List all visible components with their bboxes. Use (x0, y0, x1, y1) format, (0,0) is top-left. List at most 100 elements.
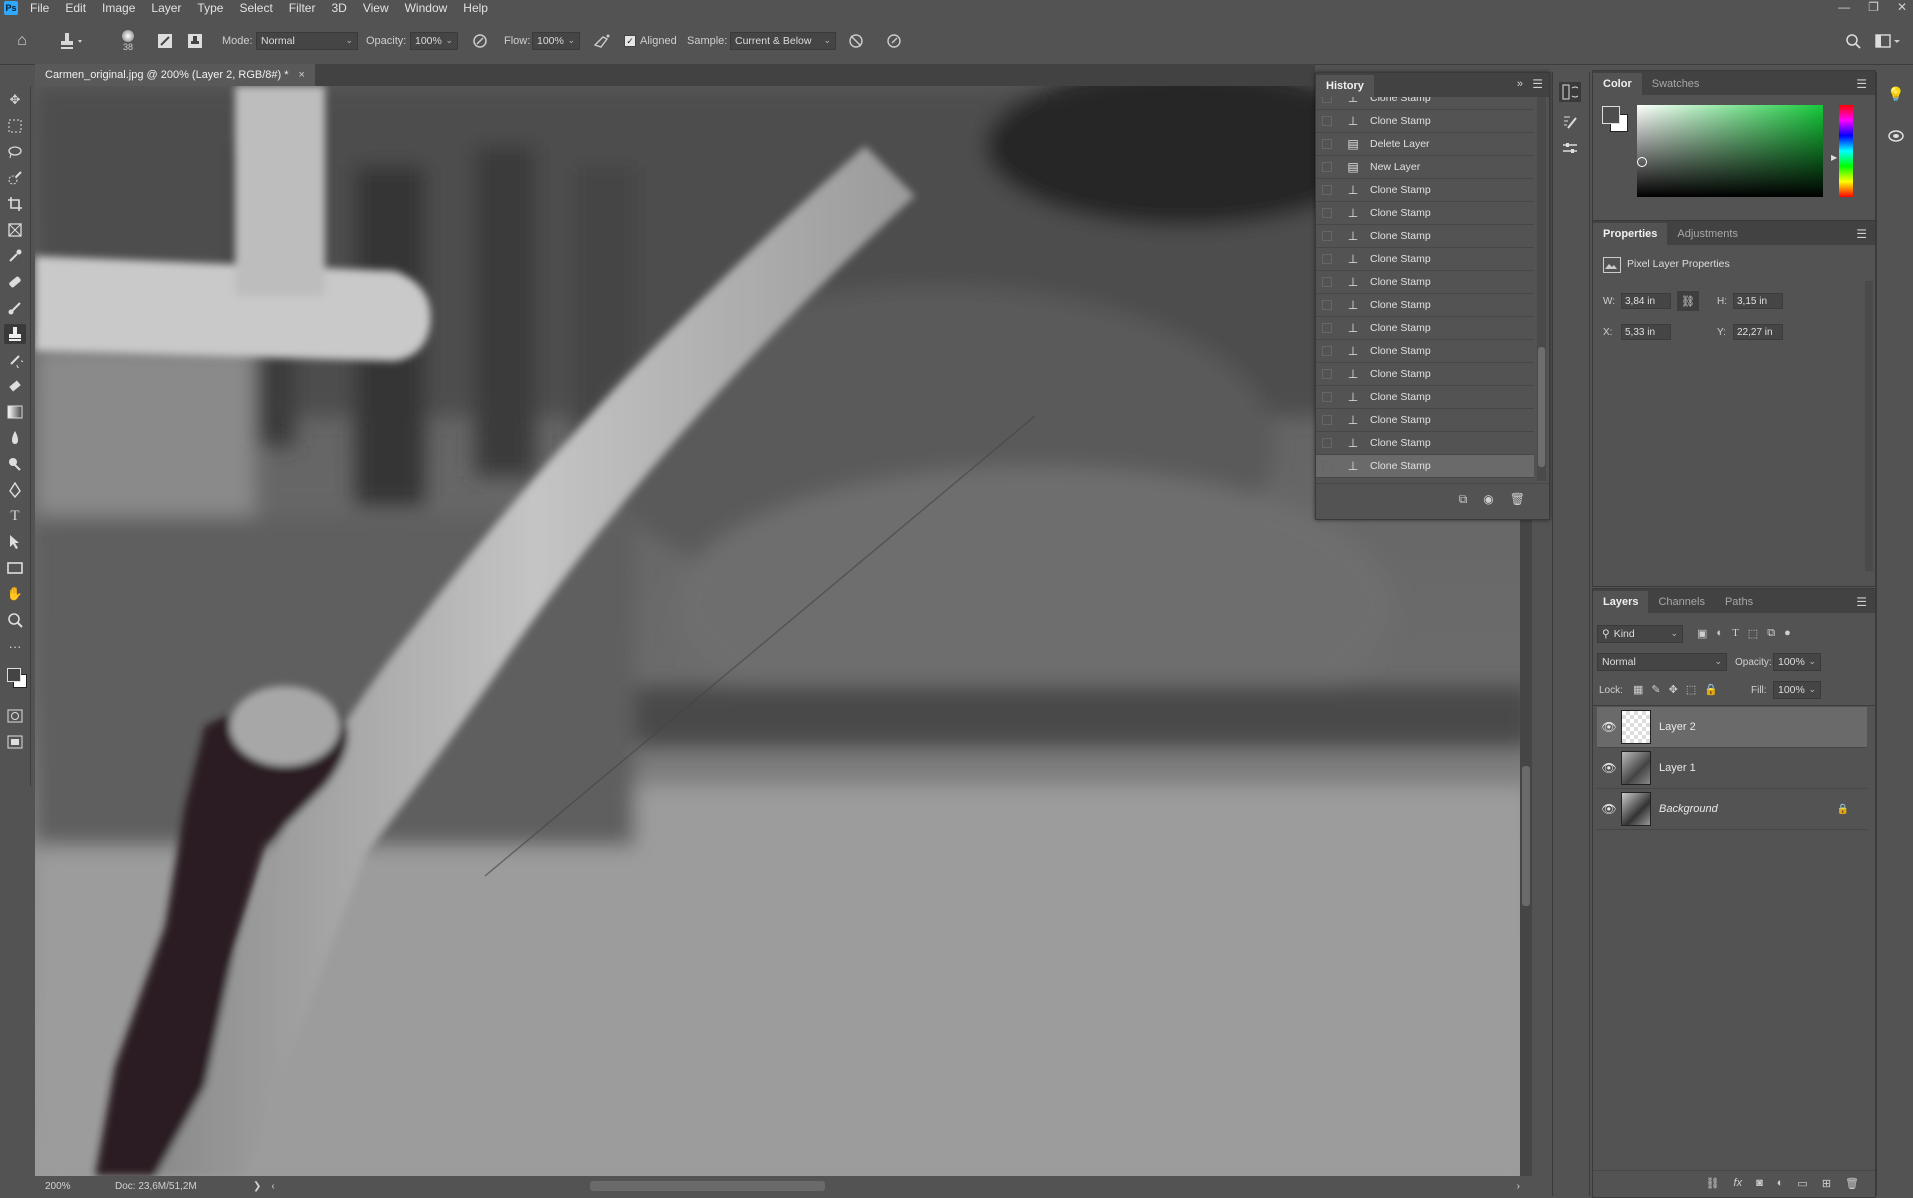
search-icon[interactable] (1843, 18, 1863, 64)
properties-scrollbar[interactable] (1865, 281, 1873, 571)
visibility-eye-icon[interactable]: 👁 (1597, 720, 1621, 734)
history-brush-source-checkbox[interactable] (1322, 162, 1332, 172)
history-scrollbar[interactable] (1537, 97, 1546, 481)
menu-file[interactable]: File (22, 0, 57, 16)
tab-paths[interactable]: Paths (1715, 591, 1763, 613)
x-field[interactable]: 5,33 in (1621, 324, 1671, 340)
layer-row[interactable]: 👁 Background 🔒 (1597, 789, 1867, 830)
layer-row[interactable]: 👁 Layer 1 (1597, 748, 1867, 789)
brush-settings-panel-icon[interactable] (1559, 112, 1581, 132)
zoom-tool-icon[interactable] (4, 610, 26, 630)
eyedropper-tool-icon[interactable] (4, 246, 26, 266)
tab-history[interactable]: History (1316, 75, 1374, 97)
visibility-eye-icon[interactable]: 👁 (1597, 761, 1621, 775)
tab-layers[interactable]: Layers (1593, 591, 1649, 613)
lock-artboard-icon[interactable]: ⬚ (1686, 683, 1696, 696)
screen-mode-icon[interactable] (4, 732, 26, 752)
foreground-color-swatch[interactable] (7, 668, 21, 682)
brush-preset-picker[interactable]: 38 (108, 18, 148, 64)
healing-brush-tool-icon[interactable] (4, 272, 26, 292)
home-icon[interactable]: ⌂ (12, 18, 32, 64)
crop-tool-icon[interactable] (4, 194, 26, 214)
history-state[interactable]: ⊥ Clone Stamp (1316, 225, 1534, 248)
filter-smart-object-icon[interactable]: ⧉ (1767, 627, 1775, 640)
history-brush-source-checkbox[interactable] (1322, 97, 1332, 103)
path-selection-tool-icon[interactable] (4, 532, 26, 552)
history-panel-icon[interactable] (1559, 82, 1581, 102)
tab-channels[interactable]: Channels (1648, 591, 1714, 613)
fill-field[interactable]: 100% ⌄ (1773, 681, 1821, 699)
learn-panel-icon[interactable]: 💡 (1885, 84, 1907, 104)
history-brush-source-checkbox[interactable] (1322, 277, 1332, 287)
gradient-tool-icon[interactable] (4, 402, 26, 422)
ignore-adjustment-layers-icon[interactable] (846, 18, 866, 64)
add-mask-icon[interactable]: ◙ (1756, 1177, 1763, 1190)
restore-button[interactable]: ❐ (1868, 0, 1879, 14)
history-brush-tool-icon[interactable] (4, 350, 26, 370)
blur-tool-icon[interactable] (4, 428, 26, 448)
filter-toggle-icon[interactable]: ● (1784, 627, 1791, 640)
hue-slider-arrow-icon[interactable]: ▶ (1831, 153, 1837, 162)
create-snapshot-icon[interactable]: ◉ (1483, 492, 1493, 507)
history-brush-source-checkbox[interactable] (1322, 300, 1332, 310)
history-state[interactable]: ⊥ Clone Stamp (1316, 97, 1534, 110)
marquee-tool-icon[interactable] (4, 116, 26, 136)
history-state[interactable]: ⊥ Clone Stamp (1316, 179, 1534, 202)
history-state[interactable]: ⊥ Clone Stamp (1316, 363, 1534, 386)
scroll-right-icon[interactable]: › (1517, 1181, 1520, 1192)
history-brush-source-checkbox[interactable] (1322, 208, 1332, 218)
filter-adjustment-icon[interactable]: ◐ (1716, 627, 1723, 640)
tab-properties[interactable]: Properties (1593, 223, 1668, 245)
height-field[interactable]: 3,15 in (1733, 293, 1783, 309)
history-brush-source-checkbox[interactable] (1322, 139, 1332, 149)
filter-pixel-icon[interactable]: ▣ (1697, 627, 1707, 640)
libraries-panel-icon[interactable] (1885, 126, 1907, 146)
aligned-option[interactable]: ✓ Aligned (624, 18, 677, 64)
history-state[interactable]: ⊥ Clone Stamp (1316, 248, 1534, 271)
color-swatch-pair[interactable] (1601, 105, 1629, 133)
history-state[interactable]: ⊥ Clone Stamp (1316, 271, 1534, 294)
history-brush-source-checkbox[interactable] (1322, 392, 1332, 402)
new-adjustment-layer-icon[interactable]: ◐ (1777, 1177, 1784, 1190)
history-brush-source-checkbox[interactable] (1322, 415, 1332, 425)
zoom-level[interactable]: 200% (45, 1181, 115, 1192)
history-scroll-thumb[interactable] (1538, 347, 1545, 467)
opacity-field[interactable]: 100% ⌄ (410, 32, 458, 50)
blend-mode-select[interactable]: Normal ⌄ (1597, 653, 1727, 671)
pressure-size-icon[interactable] (884, 18, 904, 64)
workspace-switcher-icon[interactable] (1874, 18, 1902, 64)
menu-3d[interactable]: 3D (323, 0, 354, 16)
pressure-opacity-icon[interactable] (470, 18, 490, 64)
type-tool-icon[interactable]: T (4, 506, 26, 526)
panel-menu-icon[interactable]: ☰ (1856, 595, 1867, 609)
clone-source-icon[interactable] (186, 18, 204, 64)
brush-tool-icon[interactable] (4, 298, 26, 318)
menu-edit[interactable]: Edit (57, 0, 94, 16)
sample-select[interactable]: Current & Below ⌄ (730, 32, 836, 50)
aligned-checkbox[interactable]: ✓ (624, 35, 636, 47)
layer-filter-kind[interactable]: ⚲ Kind ⌄ (1597, 625, 1683, 643)
layer-name[interactable]: Layer 2 (1659, 721, 1696, 733)
history-state[interactable]: ⊥ Clone Stamp (1316, 432, 1534, 455)
history-brush-source-checkbox[interactable] (1322, 461, 1332, 471)
history-brush-source-checkbox[interactable] (1322, 369, 1332, 379)
panel-menu-icon[interactable]: ☰ (1856, 77, 1867, 91)
clone-stamp-tool-icon[interactable] (4, 324, 26, 344)
tab-adjustments[interactable]: Adjustments (1667, 223, 1748, 245)
collapse-panel-icon[interactable]: » (1517, 78, 1523, 90)
history-state[interactable]: ⊥ Clone Stamp (1316, 409, 1534, 432)
color-field[interactable] (1637, 105, 1823, 197)
new-group-icon[interactable]: ▭ (1797, 1177, 1807, 1190)
link-icon[interactable]: ⛓ (1677, 291, 1699, 311)
dodge-tool-icon[interactable] (4, 454, 26, 474)
tool-preset-picker[interactable] (56, 18, 92, 64)
history-state[interactable]: ⊥ Clone Stamp (1316, 110, 1534, 133)
status-menu-arrow-icon[interactable]: ❯ (253, 1181, 261, 1192)
history-state[interactable]: ▤ Delete Layer (1316, 133, 1534, 156)
menu-filter[interactable]: Filter (281, 0, 324, 16)
history-brush-source-checkbox[interactable] (1322, 346, 1332, 356)
foreground-color-swatch[interactable] (1602, 106, 1620, 124)
flow-field[interactable]: 100% ⌄ (532, 32, 580, 50)
lasso-tool-icon[interactable] (4, 142, 26, 162)
menu-view[interactable]: View (355, 0, 397, 16)
